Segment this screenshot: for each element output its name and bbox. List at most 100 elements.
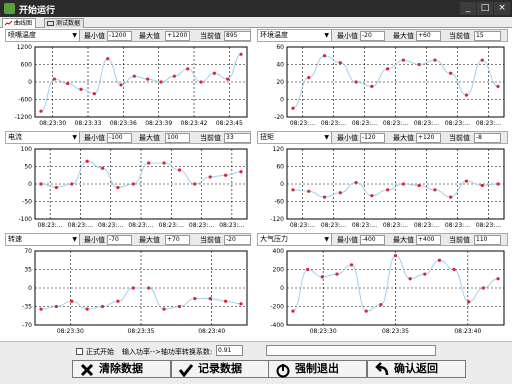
max-value[interactable]: +70 bbox=[165, 235, 190, 245]
tab-chart[interactable]: 曲线图 bbox=[2, 18, 37, 28]
channel-name: 喷嘴温度 bbox=[8, 31, 36, 39]
x-tick-label: 08:23:33 bbox=[75, 120, 102, 127]
dropdown-arrow-icon: ▼ bbox=[324, 236, 329, 243]
y-tick-label: 40 bbox=[276, 62, 284, 69]
max-label: 最大值 bbox=[393, 134, 414, 142]
y-tick-label: 400 bbox=[273, 248, 285, 255]
current-value[interactable]: 33 bbox=[224, 133, 251, 143]
minimize-button[interactable]: _ bbox=[460, 2, 476, 15]
data-point bbox=[423, 272, 427, 276]
x-tick-label: 08:23:… bbox=[321, 222, 346, 229]
y-tick-label: -600 bbox=[18, 97, 32, 104]
max-value[interactable]: +120 bbox=[416, 133, 441, 143]
x-tick-label: 08:23:… bbox=[445, 222, 470, 229]
clear-data-button[interactable]: 清除数据 bbox=[72, 360, 171, 378]
channel-select[interactable]: 转速 ▼ bbox=[6, 234, 80, 245]
x-tick-label: 08:23:… bbox=[219, 222, 244, 229]
channel-select[interactable]: 电流 ▼ bbox=[6, 132, 80, 143]
y-tick-label: -20 bbox=[274, 114, 284, 121]
data-point bbox=[433, 58, 437, 62]
y-tick-label: 1200 bbox=[17, 44, 32, 51]
current-value[interactable]: -8 bbox=[474, 133, 501, 143]
channel-name: 电流 bbox=[8, 133, 22, 141]
record-data-button[interactable]: 记录数据 bbox=[171, 360, 270, 378]
data-point bbox=[464, 179, 469, 183]
data-point bbox=[364, 309, 368, 313]
x-tick-label: 08:23:… bbox=[352, 120, 377, 127]
line-chart: 70 35 0 -35 -70 08:23:30 08:23:35 08:23:40 bbox=[22, 248, 248, 335]
maximize-button[interactable]: □ bbox=[477, 2, 493, 15]
y-tick-label: -1200 bbox=[15, 114, 33, 121]
data-point bbox=[239, 302, 243, 306]
force-exit-button[interactable]: 强制退出 bbox=[268, 360, 367, 378]
dropdown-arrow-icon: ▼ bbox=[72, 236, 77, 243]
start-checkbox[interactable] bbox=[76, 348, 83, 355]
channel-select[interactable]: 喷嘴温度 ▼ bbox=[6, 30, 80, 41]
current-value[interactable]: 895 bbox=[224, 31, 251, 41]
data-point bbox=[496, 277, 500, 281]
current-label: 当前值 bbox=[449, 236, 470, 244]
data-point bbox=[79, 87, 83, 91]
min-value[interactable]: -70 bbox=[107, 235, 132, 245]
min-value[interactable]: -1200 bbox=[107, 31, 132, 41]
channel-select[interactable]: 大气压力 ▼ bbox=[258, 234, 332, 245]
panel-header: 扭矩 ▼ 最小值 -120 最大值 +120 当前值 -8 bbox=[257, 131, 508, 144]
panel-header: 喷嘴温度 ▼ 最小值 -1200 最大值 +1200 当前值 895 bbox=[5, 29, 251, 42]
data-point bbox=[480, 183, 484, 188]
min-value[interactable]: -400 bbox=[360, 235, 385, 245]
window-title: 开始运行 bbox=[19, 6, 56, 16]
current-label: 当前值 bbox=[200, 134, 221, 142]
y-tick-label: 20 bbox=[276, 79, 284, 86]
y-tick-label: -70 bbox=[22, 322, 32, 329]
x-tick-label: 08:23:… bbox=[445, 120, 470, 127]
dropdown-arrow-icon: ▼ bbox=[324, 32, 329, 39]
max-value[interactable]: +400 bbox=[416, 235, 441, 245]
dropdown-arrow-icon: ▼ bbox=[72, 134, 77, 141]
data-point bbox=[66, 81, 70, 86]
data-point bbox=[224, 299, 228, 303]
min-value[interactable]: -20 bbox=[360, 31, 385, 41]
y-tick-label: 60 bbox=[276, 164, 284, 171]
confirm-return-button[interactable]: 确认返回 bbox=[367, 360, 466, 378]
y-tick-label: 0 bbox=[280, 181, 284, 188]
max-value[interactable]: +60 bbox=[416, 31, 441, 41]
data-point bbox=[39, 182, 43, 186]
x-tick-label: 08:23:… bbox=[290, 222, 315, 229]
data-point bbox=[335, 272, 339, 276]
channel-select[interactable]: 扭矩 ▼ bbox=[258, 132, 332, 143]
data-point bbox=[291, 309, 295, 313]
x-tick-label: 08:23:39 bbox=[145, 120, 172, 127]
data-point bbox=[433, 188, 437, 192]
ratio-input[interactable]: 0.91 bbox=[216, 345, 243, 356]
data-point bbox=[322, 195, 327, 199]
x-tick-label: 08:23:… bbox=[290, 120, 315, 127]
power-icon bbox=[276, 364, 290, 378]
min-value[interactable]: -100 bbox=[107, 133, 132, 143]
app-icon bbox=[4, 3, 15, 14]
max-value[interactable]: 100 bbox=[165, 133, 190, 143]
data-point bbox=[291, 106, 295, 110]
data-point bbox=[452, 267, 456, 272]
current-label: 当前值 bbox=[200, 32, 221, 40]
close-button[interactable]: × bbox=[494, 2, 510, 15]
channel-select[interactable]: 环境温度 ▼ bbox=[258, 30, 332, 41]
current-label: 当前值 bbox=[449, 32, 470, 40]
current-value[interactable]: 110 bbox=[474, 235, 501, 245]
y-tick-label: 0 bbox=[280, 97, 284, 104]
min-value[interactable]: -120 bbox=[360, 133, 385, 143]
y-tick-label: -60 bbox=[274, 199, 284, 206]
y-tick-label: -35 bbox=[22, 304, 32, 311]
data-point bbox=[291, 188, 295, 192]
max-value[interactable]: +1200 bbox=[165, 31, 190, 41]
status-input[interactable] bbox=[266, 345, 436, 356]
current-value[interactable]: -20 bbox=[224, 235, 251, 245]
current-value[interactable]: 15 bbox=[474, 31, 501, 41]
data-point bbox=[386, 188, 390, 192]
y-tick-label: 35 bbox=[24, 267, 32, 274]
x-tick-label: 08:23:36 bbox=[110, 120, 137, 127]
y-tick-label: 0 bbox=[28, 79, 32, 86]
data-point bbox=[437, 258, 442, 262]
y-tick-label: -100 bbox=[18, 216, 32, 223]
data-point bbox=[212, 71, 216, 75]
tab-test-data[interactable]: 测试数据 bbox=[44, 18, 85, 28]
